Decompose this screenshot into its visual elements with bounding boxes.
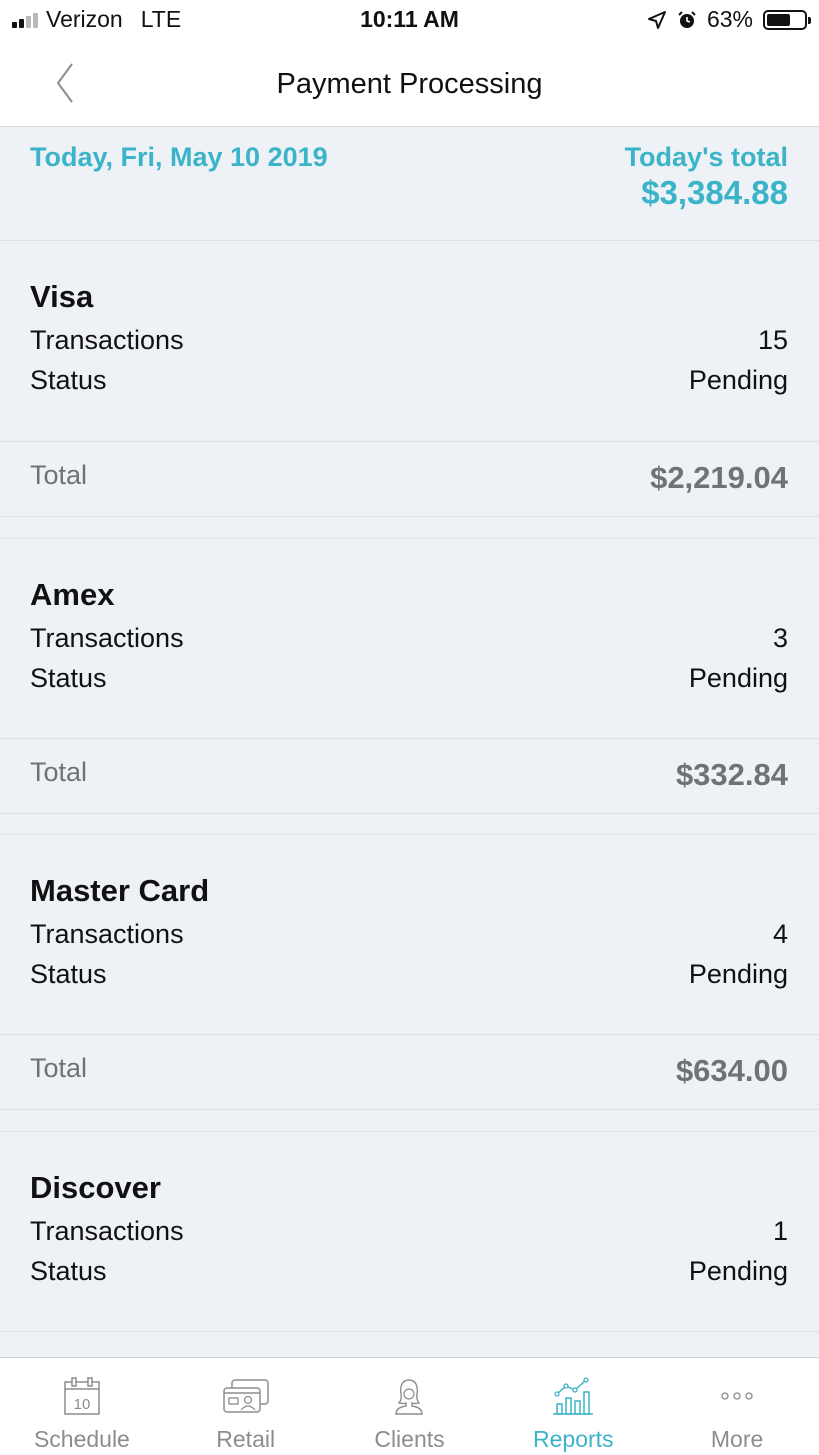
card-section-amex[interactable]: Amex Transactions 3 Status Pending Total… bbox=[0, 538, 819, 814]
transactions-count: 1 bbox=[772, 1216, 788, 1246]
tab-label: Retail bbox=[216, 1426, 276, 1452]
status-bar: Verizon LTE 10:11 AM 63% bbox=[0, 0, 819, 40]
status-value: Pending bbox=[688, 663, 788, 693]
status-value: Pending bbox=[688, 959, 788, 989]
card-name: Discover bbox=[30, 1170, 161, 1205]
tab-label: Schedule bbox=[33, 1426, 130, 1452]
summary-date: Today, Fri, May 10 2019 bbox=[30, 142, 328, 172]
alarm-clock-icon bbox=[678, 10, 696, 28]
total-value: $332.84 bbox=[675, 757, 788, 792]
total-label: Total bbox=[30, 1053, 88, 1083]
tab-retail[interactable]: Retail bbox=[164, 1358, 328, 1455]
card-section-visa[interactable]: Visa Transactions 15 Status Pending Tota… bbox=[0, 241, 819, 517]
summary-total-label: Today's total bbox=[624, 142, 788, 172]
card-details: Amex Transactions 3 Status Pending bbox=[0, 538, 819, 738]
navigation-bar: Payment Processing bbox=[0, 40, 819, 127]
card-details: Visa Transactions 15 Status Pending bbox=[0, 241, 819, 441]
tab-clients[interactable]: Clients bbox=[328, 1358, 492, 1455]
tab-label: Reports bbox=[533, 1426, 614, 1452]
total-label: Total bbox=[30, 460, 88, 490]
total-value: $2,219.04 bbox=[650, 460, 788, 495]
location-arrow-icon bbox=[647, 10, 666, 29]
battery-icon bbox=[763, 9, 811, 30]
transactions-label: Transactions bbox=[30, 623, 184, 653]
transactions-label: Transactions bbox=[30, 919, 184, 949]
more-icon bbox=[721, 1392, 753, 1400]
calendar-icon: 10 bbox=[64, 1377, 100, 1415]
total-value: $634.00 bbox=[675, 1053, 788, 1088]
payment-processing-screen: Verizon LTE 10:11 AM 63% Payment Process… bbox=[0, 0, 819, 1455]
battery-percent: 63% bbox=[706, 6, 753, 32]
tab-label: More bbox=[710, 1426, 764, 1452]
reports-icon bbox=[553, 1377, 594, 1415]
transactions-count: 4 bbox=[772, 919, 788, 949]
transactions-label: Transactions bbox=[30, 325, 184, 355]
card-total-bar: Total $634.00 bbox=[0, 1034, 819, 1110]
calendar-day-number: 10 bbox=[74, 1396, 91, 1413]
card-name: Amex bbox=[30, 577, 115, 612]
card-section-discover[interactable]: Discover Transactions 1 Status Pending bbox=[0, 1131, 819, 1357]
card-details: Master Card Transactions 4 Status Pendin… bbox=[0, 834, 819, 1034]
tab-schedule[interactable]: 10 Schedule bbox=[0, 1358, 164, 1455]
daily-summary: Today, Fri, May 10 2019 Today's total $3… bbox=[0, 128, 819, 241]
card-details: Discover Transactions 1 Status Pending bbox=[0, 1131, 819, 1331]
summary-total-value: $3,384.88 bbox=[641, 174, 788, 211]
card-total-bar: Total $332.84 bbox=[0, 738, 819, 814]
tab-more[interactable]: More bbox=[655, 1358, 819, 1455]
status-label: Status bbox=[30, 365, 107, 395]
status-label: Status bbox=[30, 1256, 107, 1286]
card-section-mastercard[interactable]: Master Card Transactions 4 Status Pendin… bbox=[0, 834, 819, 1110]
status-value: Pending bbox=[688, 1256, 788, 1286]
status-label: Status bbox=[30, 663, 107, 693]
client-icon bbox=[395, 1379, 424, 1415]
status-bar-right: 63% bbox=[647, 6, 811, 33]
transactions-label: Transactions bbox=[30, 1216, 184, 1246]
transactions-count: 15 bbox=[757, 325, 788, 355]
transactions-count: 3 bbox=[772, 623, 788, 653]
retail-icon bbox=[222, 1379, 269, 1413]
page-title: Payment Processing bbox=[276, 68, 543, 100]
card-total-bar: Total $2,219.04 bbox=[0, 441, 819, 517]
card-name: Master Card bbox=[30, 873, 210, 908]
status-label: Status bbox=[30, 959, 107, 989]
tab-reports[interactable]: Reports bbox=[491, 1358, 655, 1455]
total-label: Total bbox=[30, 757, 88, 787]
tab-label: Clients bbox=[374, 1426, 445, 1452]
status-value: Pending bbox=[688, 365, 788, 395]
tab-bar: 10 Schedule Retail Clients Reports More bbox=[0, 1357, 819, 1455]
card-name: Visa bbox=[30, 279, 94, 314]
